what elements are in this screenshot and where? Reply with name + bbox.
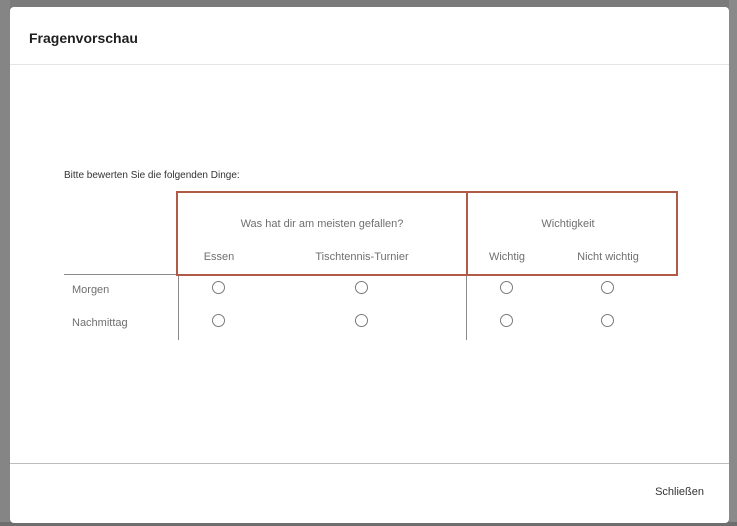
modal-title: Fragenvorschau xyxy=(29,30,138,46)
question-instruction: Bitte bewerten Sie die folgenden Dinge: xyxy=(64,170,240,181)
row-header-divider xyxy=(64,274,178,275)
header-divider xyxy=(10,64,729,65)
question-preview-modal: Fragenvorschau Bitte bewerten Sie die fo… xyxy=(10,7,729,523)
radio-nachmittag-nicht-wichtig[interactable] xyxy=(601,314,614,327)
close-button[interactable]: Schließen xyxy=(655,486,704,498)
row-label-morgen: Morgen xyxy=(72,284,110,296)
column-divider-left xyxy=(178,274,179,340)
radio-nachmittag-wichtig[interactable] xyxy=(500,314,513,327)
background-app-left xyxy=(0,0,10,526)
radio-nachmittag-essen[interactable] xyxy=(212,314,225,327)
background-app-right xyxy=(729,0,737,526)
radio-morgen-essen[interactable] xyxy=(212,281,225,294)
footer-divider xyxy=(10,463,729,464)
highlight-box-favorite-group xyxy=(176,191,468,276)
radio-nachmittag-tischtennis[interactable] xyxy=(355,314,368,327)
row-label-nachmittag: Nachmittag xyxy=(72,317,128,329)
highlight-box-importance-group xyxy=(466,191,678,276)
column-divider-group xyxy=(466,274,467,340)
radio-morgen-wichtig[interactable] xyxy=(500,281,513,294)
radio-morgen-nicht-wichtig[interactable] xyxy=(601,281,614,294)
radio-morgen-tischtennis[interactable] xyxy=(355,281,368,294)
